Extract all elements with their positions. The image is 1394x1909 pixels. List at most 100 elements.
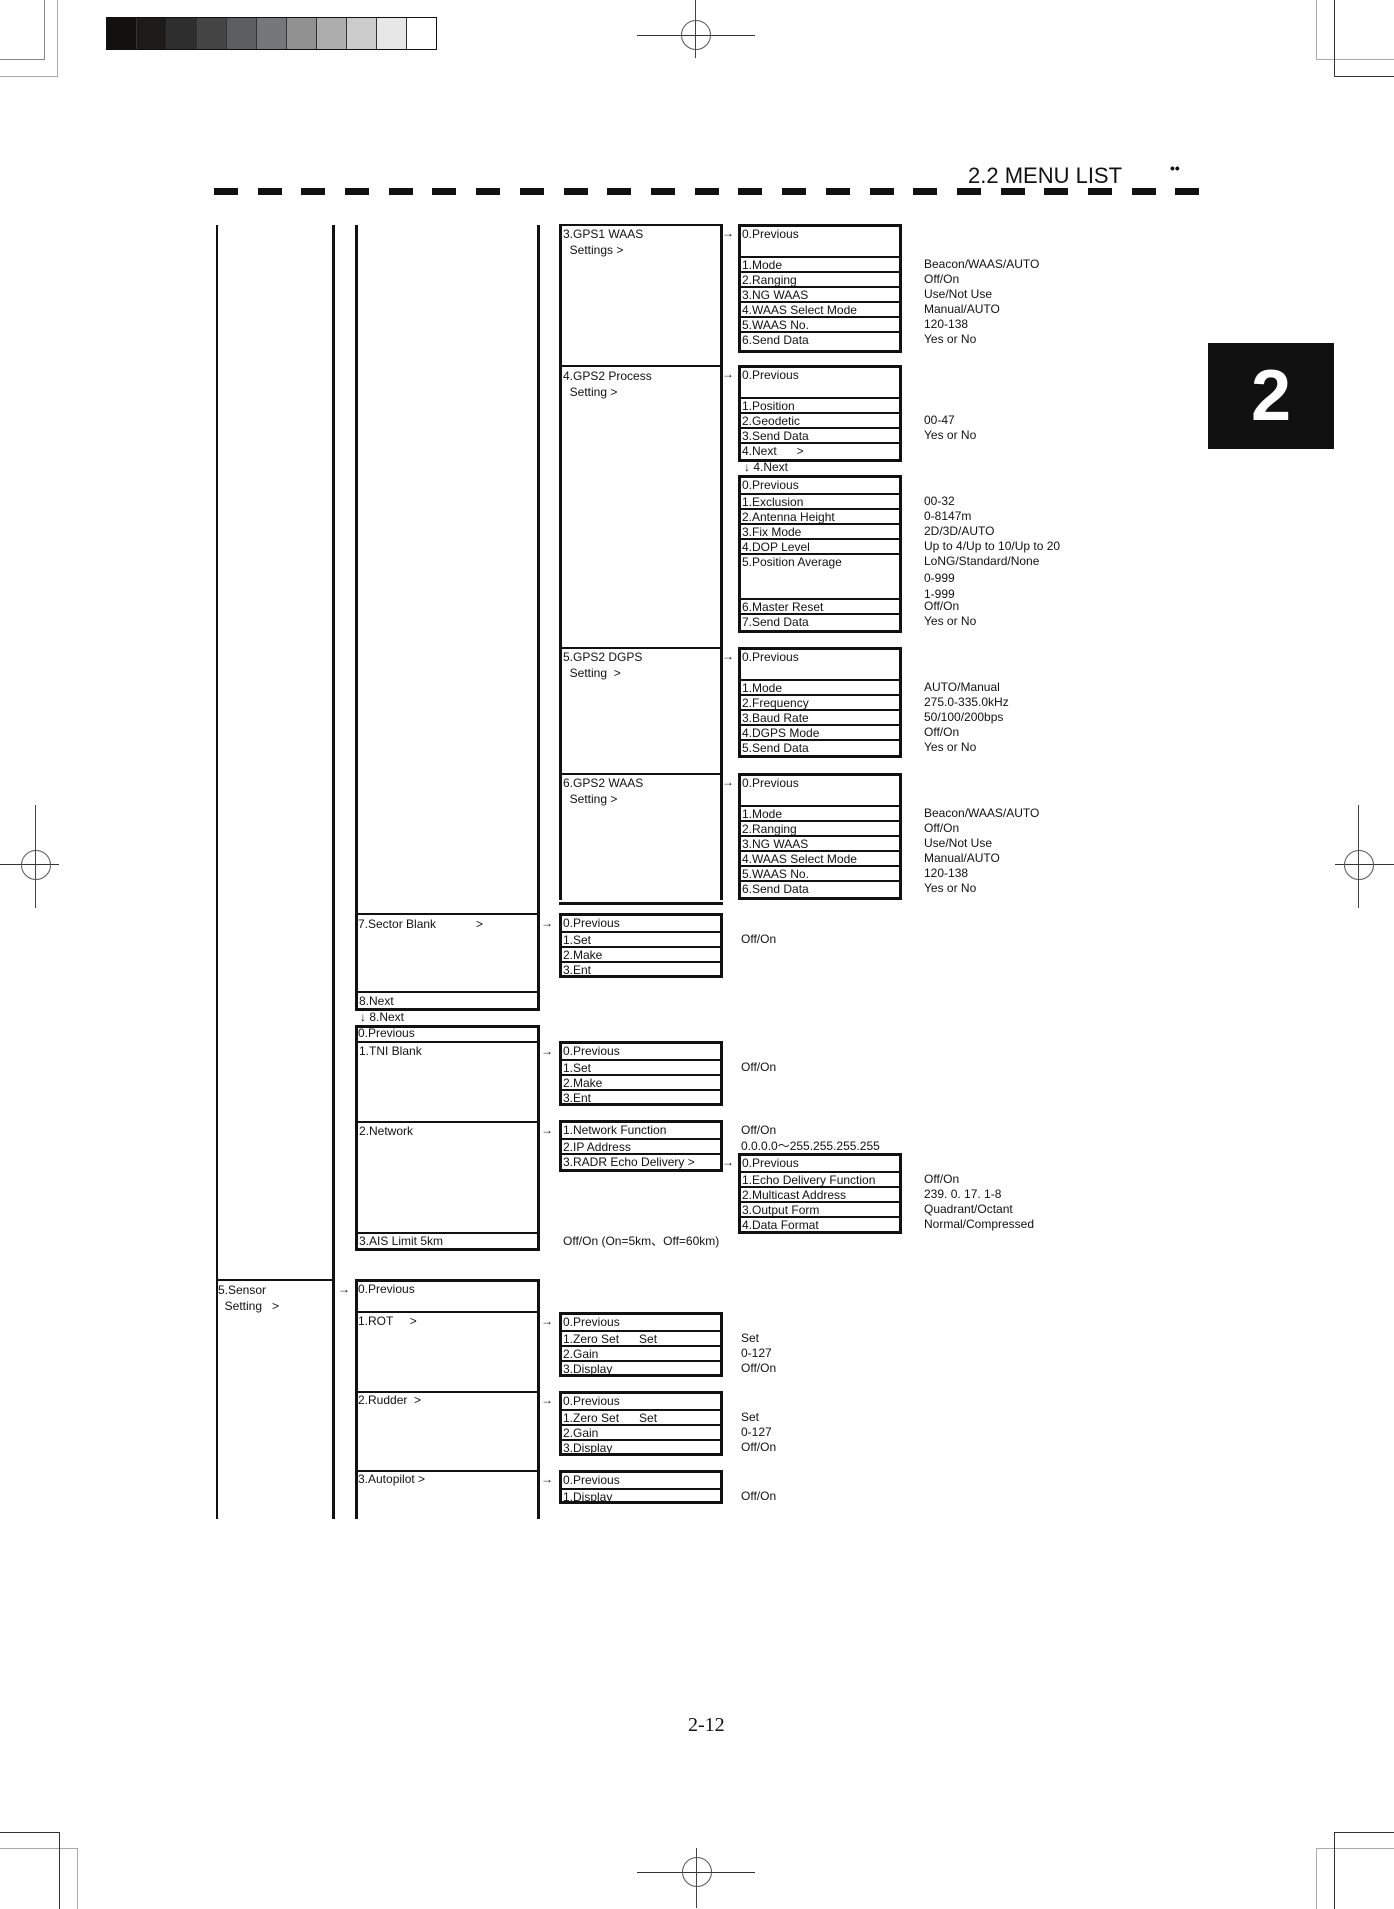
dash-segment [345, 188, 369, 195]
menu-item[interactable]: 0.Previous [741, 227, 899, 256]
menu-item[interactable]: 1.Display [562, 1488, 720, 1504]
menu-item[interactable]: 3.Send Data [741, 427, 899, 443]
menu-item[interactable]: 0.Previous [741, 478, 899, 493]
menu-item[interactable]: 0.Previous [741, 650, 899, 679]
gray-swatch [347, 18, 377, 49]
menu-item-value: Yes or No [924, 332, 977, 346]
menu-item[interactable]: 2.Frequency [741, 694, 899, 710]
menu-item[interactable]: 5.Position Average [741, 553, 899, 598]
menu-item[interactable]: 2.IP Address [562, 1138, 720, 1154]
menu-item[interactable]: 3.Display [562, 1360, 720, 1376]
menu-item[interactable]: 0.Previous [562, 1044, 720, 1059]
menu-item[interactable]: 1.Echo Delivery Function [741, 1171, 899, 1187]
menu-item[interactable]: 3.NG WAAS [741, 286, 899, 302]
sector-blank-parent[interactable]: 7.Sector Blank > [355, 913, 540, 993]
menu-item[interactable]: 0.Previous [741, 368, 899, 397]
menu-item[interactable]: 6.Master Reset [741, 598, 899, 614]
menu-item[interactable]: 0.Previous [562, 1473, 720, 1488]
menu-item[interactable]: 3.Baud Rate [741, 709, 899, 725]
menu-item[interactable]: 1.Zero Set Set [562, 1409, 720, 1425]
dash-segment [520, 188, 544, 195]
menu-item[interactable]: 0.Previous [741, 1156, 899, 1171]
gray-swatch [137, 18, 167, 49]
menu-item[interactable]: 1.Set [562, 1059, 720, 1075]
menu-item[interactable]: 6.Send Data [741, 880, 899, 897]
gps2-dgps-parent-line1: 5.GPS2 DGPS [563, 650, 643, 664]
gray-swatch [107, 18, 137, 49]
menu-item-value: Normal/Compressed [924, 1217, 1035, 1231]
dash-segment [782, 188, 806, 195]
menu-item[interactable]: 3.Ent [562, 1089, 720, 1105]
menu-item[interactable]: 4.Next > [741, 442, 899, 458]
menu-item[interactable]: 3.Fix Mode [741, 523, 899, 539]
gps2-waas-parent[interactable]: 6.GPS2 WAAS Setting > [559, 773, 723, 905]
menu-item-value: 120-138 [924, 317, 969, 331]
menu-item[interactable]: 2.Antenna Height [741, 508, 899, 524]
menu-item[interactable]: 1.Mode [741, 805, 899, 821]
menu-item[interactable]: 4.DOP Level [741, 538, 899, 554]
menu-item[interactable]: 2.Ranging [741, 271, 899, 287]
menu-item[interactable]: 7.Send Data [741, 613, 899, 629]
menu-item[interactable]: 0.Previous [741, 776, 899, 805]
gps2-process-parent-line2: Setting > [563, 385, 618, 399]
menu-item[interactable]: 3.Output Form [741, 1201, 899, 1217]
gray-swatch [257, 18, 287, 49]
menu-item[interactable]: 5.WAAS No. [741, 316, 899, 332]
menu-item[interactable]: 4.DGPS Mode [741, 724, 899, 740]
next8-down-label: ↓ 8.Next [360, 1010, 405, 1024]
menu-item[interactable]: 2.Make [562, 1074, 720, 1090]
next8-item[interactable]: 8.Next [355, 991, 540, 1011]
sensor-parent[interactable]: 5.Sensor Setting > [216, 1279, 334, 1521]
tni-blank-parent[interactable]: 1.TNI Blank [358, 1043, 537, 1121]
menu-item[interactable]: 2.Geodetic [741, 412, 899, 428]
menu-item[interactable]: 4.Data Format [741, 1216, 899, 1232]
rudder-submenu: 0.Previous 1.Zero Set Set 2.Gain 3.Display [559, 1391, 723, 1456]
menu-item[interactable]: 2.Ranging [741, 820, 899, 836]
menu-item[interactable]: 3.Ent [562, 961, 720, 977]
dash-segment [389, 188, 413, 195]
divider [358, 1311, 537, 1313]
menu-item[interactable]: 1.Mode [741, 679, 899, 695]
arrow-icon: → [722, 775, 734, 789]
menu-item[interactable]: 2.Make [562, 946, 720, 962]
menu-item[interactable]: 3.RADR Echo Delivery > [562, 1153, 720, 1169]
dash-segment [476, 188, 500, 195]
menu-item[interactable]: 6.Send Data [741, 331, 899, 347]
menu-item[interactable]: 4.WAAS Select Mode [741, 850, 899, 866]
arrow-icon: → [541, 1393, 553, 1407]
menu-item[interactable]: 3.Display [562, 1439, 720, 1455]
menu-item[interactable]: 2.Gain [562, 1345, 720, 1361]
network-parent[interactable]: 2.Network [358, 1123, 537, 1233]
menu-item[interactable]: 0.Previous [562, 916, 720, 931]
menu-item[interactable]: 1.Position [741, 397, 899, 413]
menu-item[interactable]: 5.WAAS No. [741, 865, 899, 881]
menu-item-value: Off/On [924, 599, 960, 613]
menu-item-value: Set [741, 1410, 760, 1424]
menu-item[interactable]: 2.Multicast Address [741, 1186, 899, 1202]
gray-swatch [317, 18, 347, 49]
menu-item[interactable]: 1.Set [562, 931, 720, 947]
gps2-process-parent[interactable]: 4.GPS2 Process Setting > [559, 365, 723, 650]
dash-segment [432, 188, 456, 195]
arrow-icon: → [722, 1155, 734, 1169]
menu-item[interactable]: 1.Network Function [562, 1123, 720, 1138]
menu-item[interactable]: 5.Send Data [741, 739, 899, 755]
arrow-icon: → [541, 916, 553, 930]
gps1-waas-parent[interactable]: 3.GPS1 WAAS Settings > [559, 224, 723, 367]
menu-item[interactable]: 2.Gain [562, 1424, 720, 1440]
menu-item[interactable]: 1.Zero Set Set [562, 1330, 720, 1346]
menu-item[interactable]: 0.Previous [562, 1315, 720, 1330]
ais-limit-item[interactable]: 3.AIS Limit 5km [358, 1234, 537, 1248]
gray-swatch [407, 18, 436, 49]
gps2-dgps-parent[interactable]: 5.GPS2 DGPS Setting > [559, 647, 723, 775]
menu-item[interactable]: 1.Exclusion [741, 493, 899, 509]
dash-segment [870, 188, 894, 195]
menu-item-value: Off/On [741, 932, 777, 946]
menu-item[interactable]: 3.NG WAAS [741, 835, 899, 851]
gray-swatch [227, 18, 257, 49]
menu-item[interactable]: 4.WAAS Select Mode [741, 301, 899, 317]
menu-item[interactable]: 1.Mode [741, 256, 899, 272]
gps1-waas-submenu: 0.Previous 1.Mode 2.Ranging 3.NG WAAS 4.WAAS… [738, 224, 902, 353]
menu-item[interactable]: 0.Previous [562, 1394, 720, 1409]
page-number: 2-12 [688, 1714, 725, 1736]
